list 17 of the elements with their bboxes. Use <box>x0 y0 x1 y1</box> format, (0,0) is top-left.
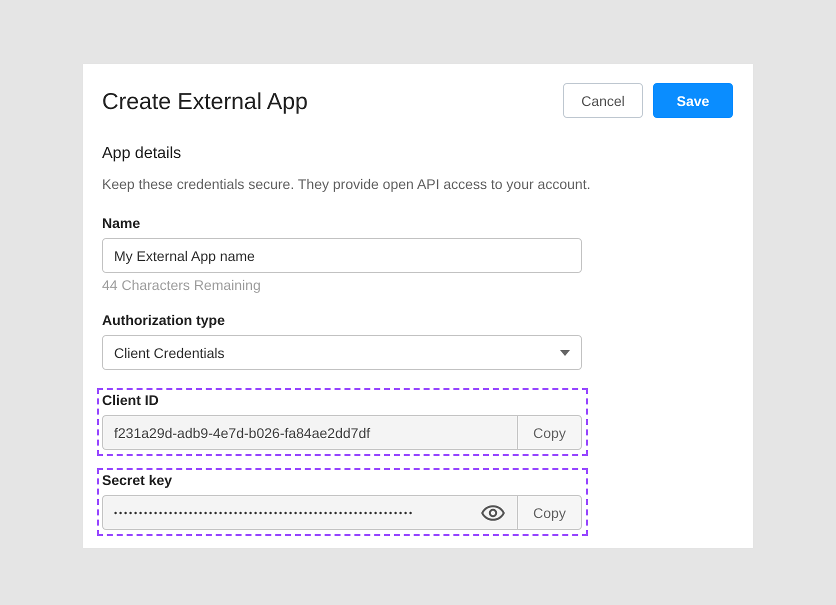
field-label: Secret key <box>102 471 174 489</box>
secret-key-field[interactable]: •••••••••••••••••••••••••••••••••••••••••••••••••••••••••••• <box>102 495 517 530</box>
name-input[interactable]: My External App name <box>102 238 582 273</box>
copy-button[interactable]: Copy <box>517 495 582 530</box>
client-id-field[interactable]: f231a29d-adb9-4e7d-b026-fa84ae2dd7df <box>102 415 517 450</box>
helper-text: 44 Characters Remaining <box>102 276 262 294</box>
copy-button[interactable]: Copy <box>517 415 582 450</box>
authorization-type-select[interactable]: Client Credentials <box>102 335 582 370</box>
dropdown-caret-icon <box>560 350 570 356</box>
section-heading: App details <box>102 144 182 164</box>
field-label: Authorization type <box>102 311 226 329</box>
field-label: Name <box>102 214 142 232</box>
field-label: Client ID <box>102 391 160 409</box>
section-description: Keep these credentials secure. They provide open API access to your account. <box>102 175 592 194</box>
cancel-button[interactable]: Cancel <box>563 83 643 118</box>
dialog-title: Create External App <box>102 86 308 116</box>
eye-icon[interactable] <box>481 504 505 520</box>
